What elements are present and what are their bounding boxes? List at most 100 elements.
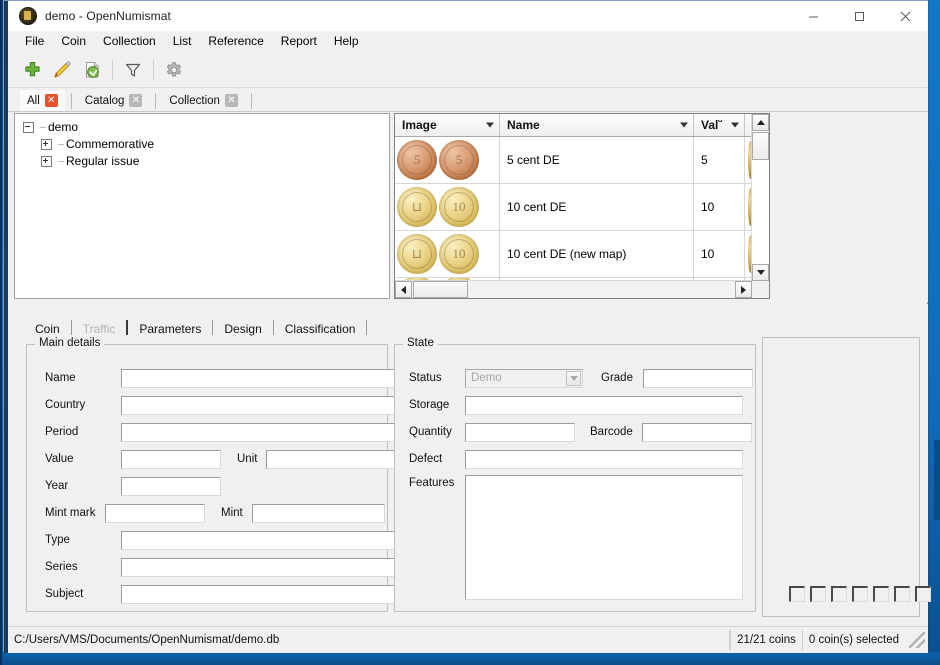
- tree-node-demo[interactable]: demo: [23, 119, 389, 135]
- horizontal-scroll-thumb[interactable]: [413, 281, 468, 298]
- collection-tree[interactable]: demo Commemorative Regular issue: [14, 113, 390, 299]
- menu-help[interactable]: Help: [326, 32, 367, 51]
- label-subject: Subject: [45, 588, 84, 600]
- menu-report[interactable]: Report: [273, 32, 325, 51]
- copy-page-icon: [86, 62, 99, 78]
- image-slot[interactable]: [852, 586, 868, 602]
- edit-coin-button[interactable]: [47, 55, 77, 85]
- image-slot[interactable]: [789, 586, 805, 602]
- coin-table[interactable]: Image Name Val˘ 5 5 5 cent DE 5 ⊔ 10 10 …: [394, 113, 770, 299]
- column-header-value[interactable]: Val˘: [694, 114, 745, 136]
- table-row[interactable]: ⊔ 10 10 cent DE 10: [395, 184, 769, 231]
- grade-field[interactable]: [642, 368, 753, 388]
- tool-bar: [8, 53, 928, 88]
- minimize-button[interactable]: [790, 1, 836, 31]
- menu-reference[interactable]: Reference: [200, 32, 271, 51]
- column-header-image[interactable]: Image: [395, 114, 500, 136]
- list-tab-collection[interactable]: Collection ✕: [162, 90, 245, 111]
- quantity-field[interactable]: [465, 422, 575, 442]
- label-quantity: Quantity: [409, 426, 452, 438]
- status-dropdown[interactable]: Demo: [465, 368, 583, 388]
- coin-obverse-image: ⊔: [397, 187, 437, 227]
- close-icon[interactable]: ✕: [224, 94, 238, 107]
- tab-traffic[interactable]: Traffic: [74, 320, 125, 338]
- close-icon[interactable]: ✕: [44, 94, 58, 107]
- year-field[interactable]: [121, 476, 221, 496]
- main-details-legend: Main details: [35, 337, 105, 349]
- tab-parameters[interactable]: Parameters: [130, 320, 210, 338]
- tree-node-regular-issue[interactable]: Regular issue: [23, 153, 389, 169]
- resize-grip[interactable]: [909, 632, 925, 648]
- scroll-right-button[interactable]: [735, 281, 752, 298]
- menu-file[interactable]: File: [17, 32, 52, 51]
- expand-icon[interactable]: [41, 155, 52, 167]
- series-field[interactable]: [121, 557, 395, 577]
- label-mint: Mint: [221, 507, 243, 519]
- image-slot[interactable]: [810, 586, 826, 602]
- expand-icon[interactable]: [41, 138, 52, 150]
- add-coin-button[interactable]: [17, 55, 47, 85]
- period-field[interactable]: [121, 422, 395, 442]
- storage-field[interactable]: [465, 395, 743, 415]
- table-row[interactable]: ⊔ 10 10 cent DE (new map) 10: [395, 231, 769, 278]
- menu-collection[interactable]: Collection: [95, 32, 164, 51]
- menu-list[interactable]: List: [165, 32, 200, 51]
- tree-node-commemorative[interactable]: Commemorative: [23, 136, 389, 152]
- chevron-down-icon[interactable]: [680, 122, 688, 128]
- chevron-down-icon[interactable]: [731, 122, 739, 128]
- tab-classification[interactable]: Classification: [276, 320, 365, 338]
- list-tab-all[interactable]: All ✕: [20, 90, 65, 111]
- type-field[interactable]: [121, 530, 395, 550]
- field-row-year: Year: [45, 475, 221, 497]
- column-header-name-label: Name: [507, 118, 540, 132]
- scroll-down-button[interactable]: [752, 264, 769, 281]
- vertical-scroll-thumb[interactable]: [752, 132, 769, 160]
- menu-coin[interactable]: Coin: [53, 32, 94, 51]
- main-details-panel: Main details Name Country Period Value U…: [26, 337, 400, 612]
- detail-tab-divider: [126, 320, 129, 335]
- settings-button[interactable]: [159, 55, 189, 85]
- country-field[interactable]: [121, 395, 395, 415]
- mint-field[interactable]: [251, 503, 385, 523]
- field-row-defect: Defect: [409, 448, 743, 470]
- tab-coin[interactable]: Coin: [26, 320, 69, 338]
- detail-tab-divider: [366, 320, 368, 335]
- image-slot[interactable]: [873, 586, 889, 602]
- detail-tab-divider: [212, 320, 214, 335]
- table-vertical-scrollbar[interactable]: [751, 114, 769, 281]
- barcode-field[interactable]: [641, 422, 752, 442]
- table-horizontal-scrollbar[interactable]: [395, 280, 752, 298]
- copy-coin-button[interactable]: [77, 55, 107, 85]
- scroll-left-button[interactable]: [395, 281, 412, 298]
- name-field[interactable]: [121, 368, 395, 388]
- column-header-name[interactable]: Name: [500, 114, 694, 136]
- tab-divider-1: [70, 93, 72, 109]
- chevron-down-icon[interactable]: [566, 370, 581, 386]
- tab-design[interactable]: Design: [215, 320, 270, 338]
- close-button[interactable]: [882, 1, 928, 31]
- unit-field[interactable]: [266, 449, 400, 469]
- list-tab-catalog[interactable]: Catalog ✕: [78, 90, 150, 111]
- image-slot[interactable]: [915, 586, 931, 602]
- chevron-down-icon[interactable]: [486, 122, 494, 128]
- collapse-icon[interactable]: [23, 121, 34, 133]
- defect-field[interactable]: [465, 449, 743, 469]
- image-slot[interactable]: [831, 586, 847, 602]
- filter-button[interactable]: [118, 55, 148, 85]
- label-mint-mark: Mint mark: [45, 507, 96, 519]
- image-slot[interactable]: [894, 586, 910, 602]
- label-storage: Storage: [409, 399, 450, 411]
- label-barcode: Barcode: [590, 426, 633, 438]
- scroll-up-button[interactable]: [752, 114, 769, 131]
- close-icon[interactable]: ✕: [129, 94, 143, 107]
- value-field[interactable]: [121, 449, 221, 469]
- status-dropdown-value: Demo: [471, 372, 502, 384]
- list-tab-catalog-label: Catalog: [84, 94, 125, 107]
- label-value: Value: [45, 453, 74, 465]
- features-textarea[interactable]: [465, 475, 743, 600]
- mint-mark-field[interactable]: [105, 503, 205, 523]
- table-row[interactable]: 5 5 5 cent DE 5: [395, 137, 769, 184]
- subject-field[interactable]: [121, 584, 395, 604]
- maximize-button[interactable]: [836, 1, 882, 31]
- title-bar: demo - OpenNumismat: [8, 1, 928, 32]
